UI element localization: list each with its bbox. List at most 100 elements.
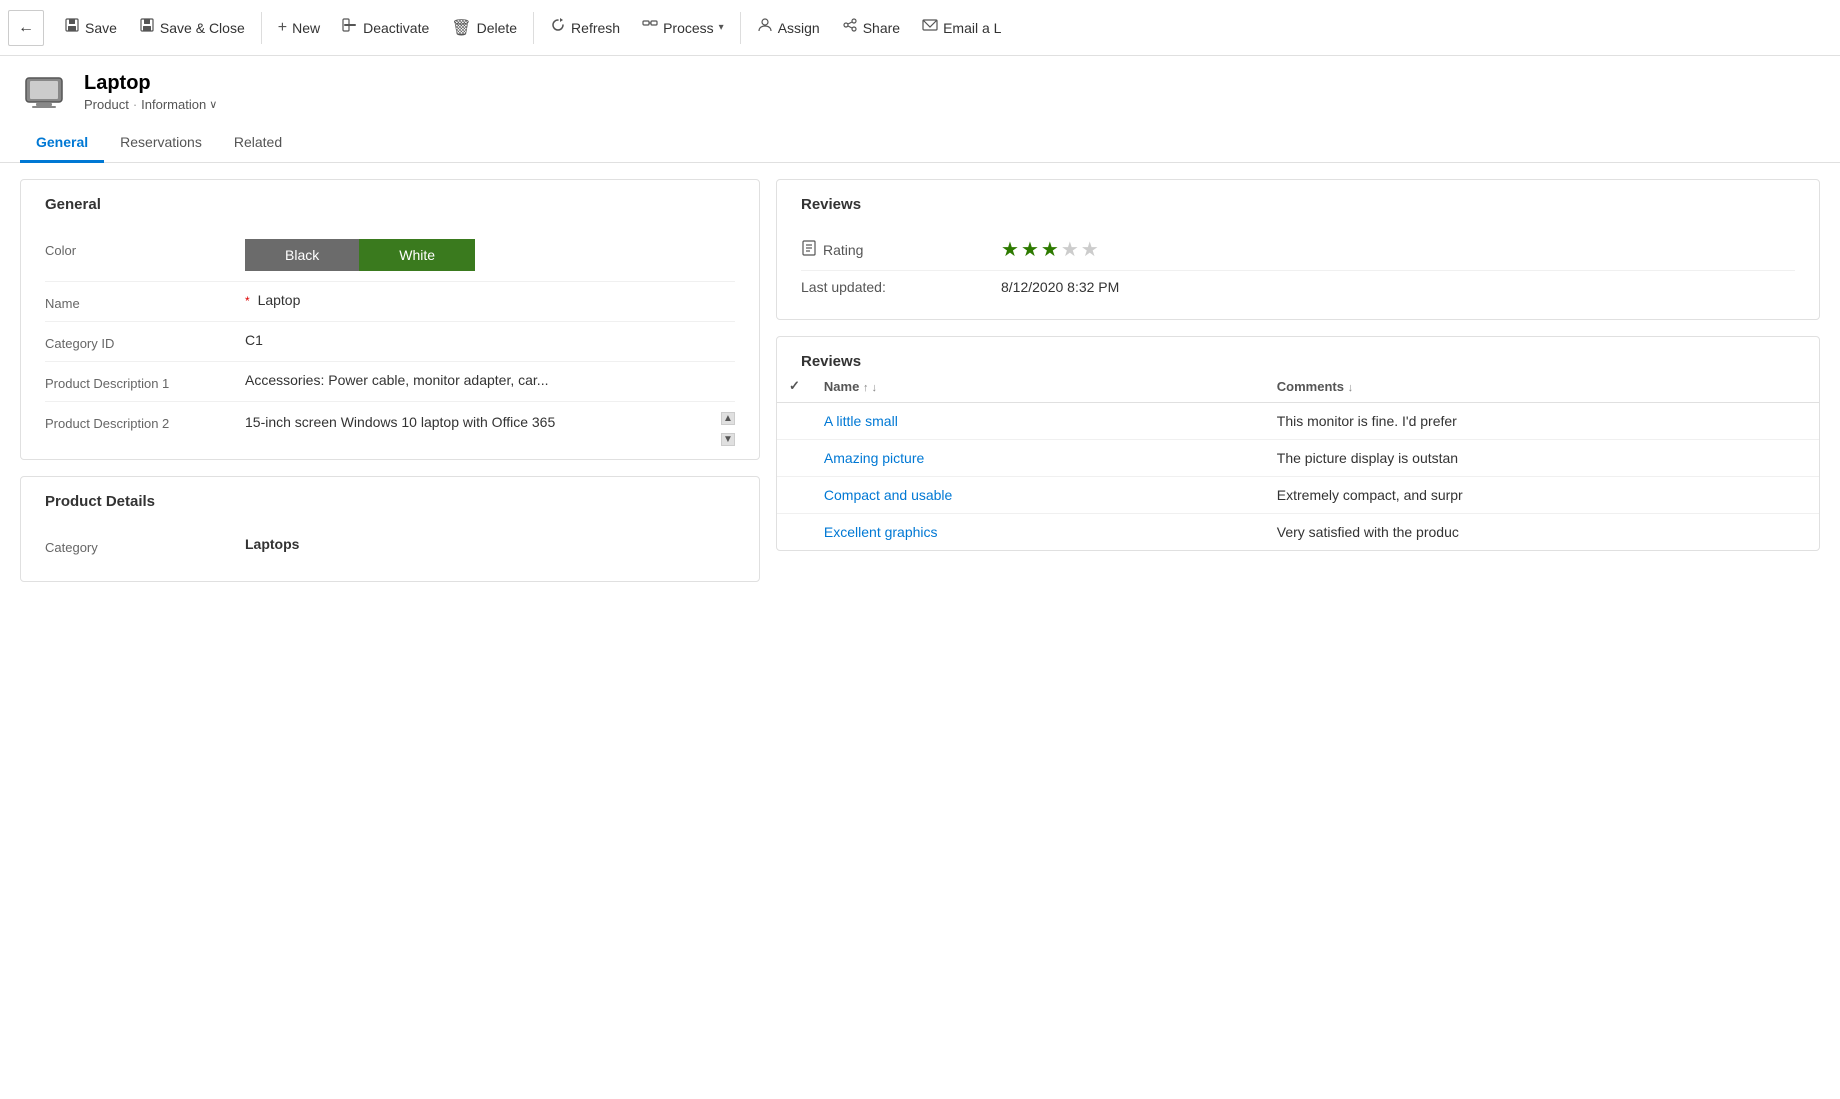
star-rating: ★ ★ ★ ★ ★ xyxy=(1001,237,1795,262)
product-details-title: Product Details xyxy=(45,493,735,510)
deactivate-button[interactable]: Deactivate xyxy=(332,11,439,44)
refresh-button[interactable]: Refresh xyxy=(540,11,630,44)
name-value: * Laptop xyxy=(245,292,735,308)
general-card-title: General xyxy=(45,196,735,213)
review-comment-4: Very satisfied with the produc xyxy=(1265,514,1819,551)
star-5: ★ xyxy=(1081,237,1099,262)
review-comment-1: This monitor is fine. I'd prefer xyxy=(1265,403,1819,440)
color-value: Black White xyxy=(245,239,735,271)
scroll-up-arrow[interactable]: ▲ xyxy=(721,412,735,425)
product-desc1-form-row: Product Description 1 Accessories: Power… xyxy=(45,362,735,402)
table-row: Excellent graphics Very satisfied with t… xyxy=(777,514,1819,551)
scroll-down-arrow[interactable]: ▼ xyxy=(721,433,735,446)
table-row: Amazing picture The picture display is o… xyxy=(777,440,1819,477)
page-title-block: Laptop Product · Information ∨ xyxy=(84,72,217,112)
toolbar-separator-3 xyxy=(740,12,741,44)
process-icon xyxy=(642,17,658,38)
checkmark-icon: ✓ xyxy=(789,378,800,393)
scroll-bar[interactable]: ▲ ▼ xyxy=(721,412,735,433)
email-button[interactable]: Email a L xyxy=(912,11,1011,44)
row-check-4[interactable] xyxy=(777,514,812,551)
reviews-table-header: ✓ Name ↑ ↓ Comments ↓ xyxy=(777,370,1819,403)
breadcrumb-product[interactable]: Product xyxy=(84,97,129,112)
name-label: Name xyxy=(45,292,245,311)
product-desc1-value: Accessories: Power cable, monitor adapte… xyxy=(245,372,735,388)
save-close-icon xyxy=(139,17,155,38)
general-card: General Color Black White Name * L xyxy=(20,179,760,460)
category-id-value: C1 xyxy=(245,332,735,348)
process-button[interactable]: Process ▾ xyxy=(632,11,734,44)
tab-reservations[interactable]: Reservations xyxy=(104,124,218,163)
th-checkbox: ✓ xyxy=(777,370,812,403)
product-details-card: Product Details Category Laptops xyxy=(20,476,760,582)
category-form-row: Category Laptops xyxy=(45,526,735,565)
last-updated-label: Last updated: xyxy=(801,279,1001,295)
category-id-form-row: Category ID C1 xyxy=(45,322,735,362)
table-row: A little small This monitor is fine. I'd… xyxy=(777,403,1819,440)
row-check-2[interactable] xyxy=(777,440,812,477)
review-comment-3: Extremely compact, and surpr xyxy=(1265,477,1819,514)
reviews-rating-title: Reviews xyxy=(801,196,1795,213)
th-name[interactable]: Name ↑ ↓ xyxy=(812,370,1265,403)
product-desc2-form-row: Product Description 2 15-inch screen Win… xyxy=(45,402,735,443)
reviews-rating-card: Reviews Rating ★ ★ ★ ★ ★ xyxy=(776,179,1820,320)
name-sort-icons[interactable]: ↑ ↓ xyxy=(863,382,877,394)
page-title: Laptop xyxy=(84,72,217,95)
toolbar-separator-1 xyxy=(261,12,262,44)
tabs-bar: General Reservations Related xyxy=(0,124,1840,163)
color-black-button[interactable]: Black xyxy=(245,239,359,271)
reviews-table-body: A little small This monitor is fine. I'd… xyxy=(777,403,1819,551)
assign-button[interactable]: Assign xyxy=(747,11,830,44)
page-header: Laptop Product · Information ∨ xyxy=(0,56,1840,124)
review-name-1[interactable]: A little small xyxy=(812,403,1265,440)
row-check-1[interactable] xyxy=(777,403,812,440)
toolbar-separator-2 xyxy=(533,12,534,44)
toolbar: ← Save Save & Close + New Deactivate 🗑 D… xyxy=(0,0,1840,56)
save-icon xyxy=(64,17,80,38)
category-id-label: Category ID xyxy=(45,332,245,351)
save-button[interactable]: Save xyxy=(54,11,127,44)
star-1: ★ xyxy=(1001,237,1019,262)
star-2: ★ xyxy=(1021,237,1039,262)
comments-sort-icons[interactable]: ↓ xyxy=(1348,382,1354,394)
new-button[interactable]: + New xyxy=(268,13,330,43)
review-name-3[interactable]: Compact and usable xyxy=(812,477,1265,514)
reviews-table: ✓ Name ↑ ↓ Comments ↓ xyxy=(777,370,1819,550)
color-label: Color xyxy=(45,239,245,258)
last-updated-value: 8/12/2020 8:32 PM xyxy=(1001,279,1795,295)
product-details-category-value: Laptops xyxy=(245,536,735,552)
assign-icon xyxy=(757,17,773,38)
share-icon xyxy=(842,17,858,38)
review-name-4[interactable]: Excellent graphics xyxy=(812,514,1265,551)
product-desc2-value: 15-inch screen Windows 10 laptop with Of… xyxy=(245,412,735,433)
tab-related[interactable]: Related xyxy=(218,124,298,163)
right-column: Reviews Rating ★ ★ ★ ★ ★ xyxy=(760,179,1820,1083)
process-dropdown-icon: ▾ xyxy=(719,22,724,33)
back-button[interactable]: ← xyxy=(8,10,44,46)
left-column: General Color Black White Name * L xyxy=(20,179,760,1083)
row-check-3[interactable] xyxy=(777,477,812,514)
main-content: General Color Black White Name * L xyxy=(0,163,1840,1099)
star-4: ★ xyxy=(1061,237,1079,262)
save-close-button[interactable]: Save & Close xyxy=(129,11,255,44)
breadcrumb: Product · Information ∨ xyxy=(84,97,217,112)
chevron-down-icon: ∨ xyxy=(209,98,217,111)
color-white-button[interactable]: White xyxy=(359,239,475,271)
breadcrumb-information[interactable]: Information ∨ xyxy=(141,97,217,112)
product-details-category-label: Category xyxy=(45,536,245,555)
review-comment-2: The picture display is outstan xyxy=(1265,440,1819,477)
tab-general[interactable]: General xyxy=(20,124,104,163)
color-buttons: Black White xyxy=(245,239,735,271)
reviews-list-card: Reviews ✓ Name ↑ ↓ Comments ↓ xyxy=(776,336,1820,551)
table-row: Compact and usable Extremely compact, an… xyxy=(777,477,1819,514)
color-form-row: Color Black White xyxy=(45,229,735,282)
new-icon: + xyxy=(278,19,287,37)
th-comments[interactable]: Comments ↓ xyxy=(1265,370,1819,403)
delete-button[interactable]: 🗑 Delete xyxy=(441,12,527,44)
reviews-list-title: Reviews xyxy=(777,337,1819,370)
review-name-2[interactable]: Amazing picture xyxy=(812,440,1265,477)
product-desc1-label: Product Description 1 xyxy=(45,372,245,391)
star-3: ★ xyxy=(1041,237,1059,262)
product-icon xyxy=(20,68,68,116)
share-button[interactable]: Share xyxy=(832,11,910,44)
